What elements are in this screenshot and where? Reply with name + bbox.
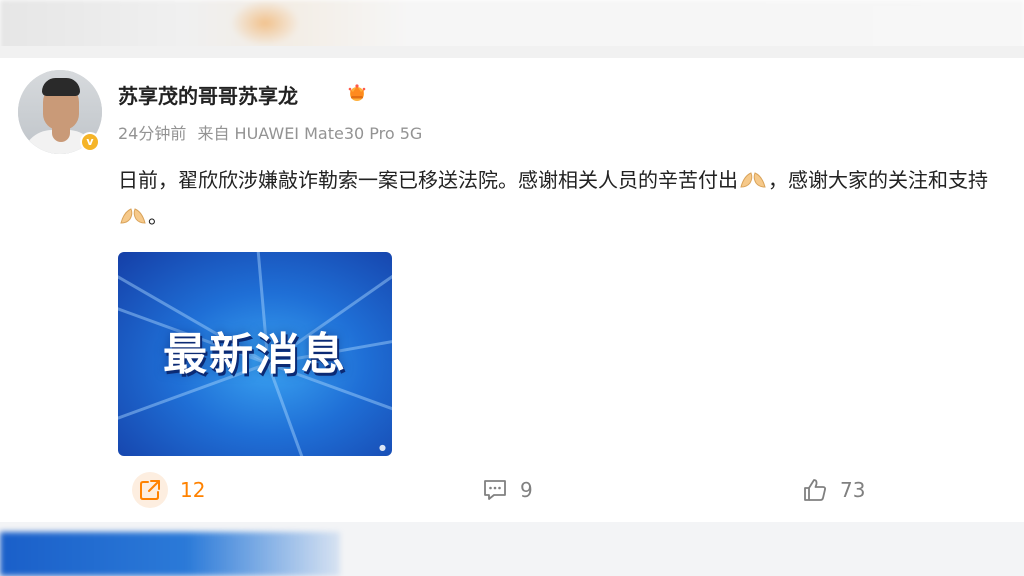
repost-icon xyxy=(132,472,168,508)
like-button[interactable]: 73 xyxy=(802,474,865,506)
comment-button[interactable]: 9 xyxy=(482,474,533,506)
news-image-title: 最新消息 xyxy=(163,329,347,380)
repost-count: 12 xyxy=(180,478,206,502)
repost-button[interactable]: 12 xyxy=(132,472,206,508)
vip-crown-icon xyxy=(348,84,366,101)
comment-icon xyxy=(484,480,506,500)
post-time[interactable]: 24分钟前 xyxy=(118,124,186,143)
weibo-post-card: v 苏享茂的哥哥苏享龙 24分钟前 来自 HUAWEI Mate30 Pro 5… xyxy=(0,58,1024,522)
image-watermark: ● xyxy=(379,443,386,452)
verified-badge-icon: v xyxy=(80,132,100,152)
username-link[interactable]: 苏享茂的哥哥苏享龙 xyxy=(118,80,298,109)
post-text-part3: 。 xyxy=(148,204,168,228)
post-text-part2: ，感谢大家的关注和支持 xyxy=(768,168,988,192)
next-post-preview xyxy=(0,522,1024,576)
next-post-image xyxy=(0,532,340,576)
like-count: 73 xyxy=(840,478,866,502)
feed-divider xyxy=(0,46,1024,58)
comment-count: 9 xyxy=(520,478,533,502)
post-text-part1: 日前，翟欣欣涉嫌敲诈勒索一案已移送法院。感谢相关人员的辛苦付出 xyxy=(118,168,738,192)
preview-thumbnail xyxy=(230,0,300,46)
news-image[interactable]: 最新消息 ● xyxy=(118,252,392,456)
post-meta: 24分钟前 来自 HUAWEI Mate30 Pro 5G xyxy=(118,120,428,144)
post-source: 来自 HUAWEI Mate30 Pro 5G xyxy=(197,124,423,143)
thumbs-up-icon xyxy=(804,479,826,501)
post-text: 日前，翟欣欣涉嫌敲诈勒索一案已移送法院。感谢相关人员的辛苦付出 ，感谢大家的关注… xyxy=(118,162,998,234)
pray-hands-emoji-icon xyxy=(740,172,766,188)
pray-hands-emoji-icon xyxy=(120,208,146,224)
